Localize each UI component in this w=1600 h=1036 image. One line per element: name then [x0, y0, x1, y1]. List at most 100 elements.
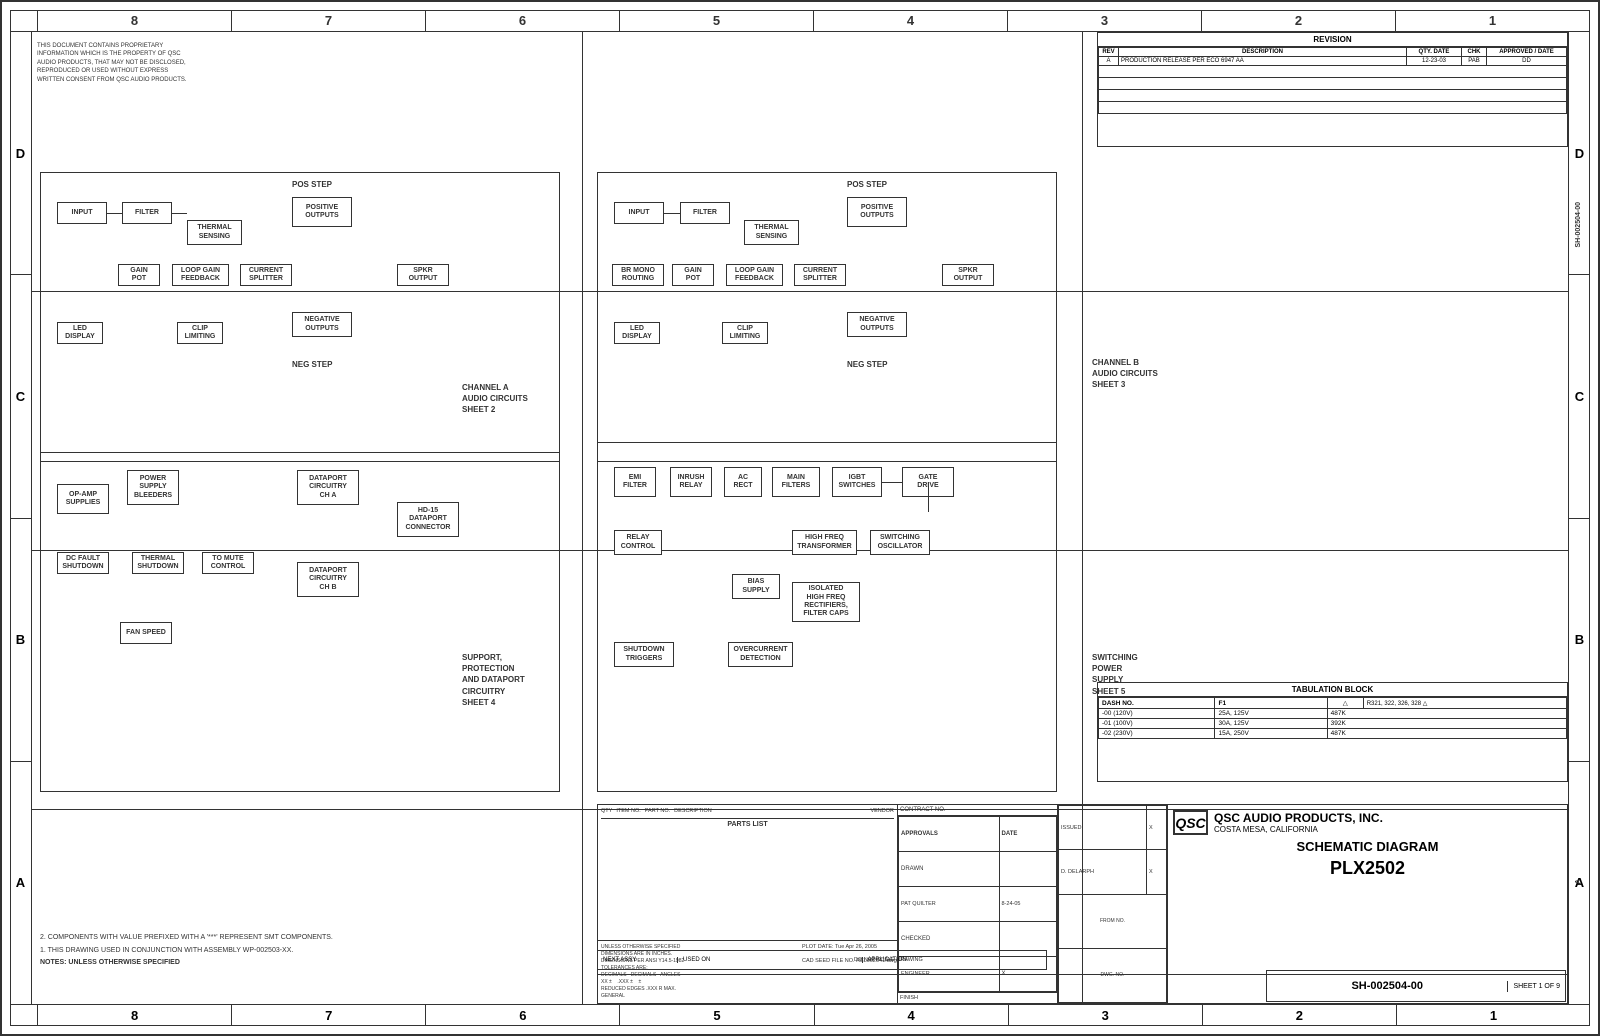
rev-row-a-chk: PAB — [1462, 57, 1487, 66]
ca-loop-gain-feedback: LOOP GAINFEEDBACK — [172, 264, 229, 286]
contract-no-row: CONTRACT NO. — [898, 805, 1057, 816]
rev-col-desc: DESCRIPTION — [1119, 48, 1407, 57]
col-markers-bottom: 8 7 6 5 4 3 2 1 — [10, 1004, 1590, 1026]
row-a-left: A — [10, 762, 31, 1004]
cb-pos-step: POS STEP — [847, 180, 887, 189]
drawn-date-val: 8-24-05 — [999, 887, 1057, 922]
schematic-diagram-title: SCHEMATIC DIAGRAM — [1173, 839, 1562, 854]
col-6: 6 — [426, 10, 620, 31]
tab-row-02-val1: 15A, 250V — [1215, 729, 1327, 739]
main-filters: MAINFILTERS — [772, 467, 820, 497]
relay-control: RELAYCONTROL — [614, 530, 662, 555]
row-b-right: B — [1569, 519, 1590, 762]
date-label: DATE — [999, 817, 1057, 852]
cb-gain-pot: GAINPOT — [672, 264, 714, 286]
bias-supply: BIASSUPPLY — [732, 574, 780, 599]
ca-conn-1 — [107, 213, 122, 214]
ca-conn-2 — [172, 213, 187, 214]
parts-list-title: PARTS LIST — [601, 818, 894, 830]
cb-current-splitter: CURRENTSPLITTER — [794, 264, 846, 286]
ca-neg-step: NEG STEP — [292, 360, 332, 369]
col-2: 2 — [1202, 10, 1396, 31]
channel-a-label: CHANNEL AAUDIO CIRCUITSSHEET 2 — [462, 382, 528, 416]
pl-col-qty: QTY — [601, 808, 612, 816]
tab-block-title: TABULATION BLOCK — [1098, 683, 1567, 697]
rev-col-qty-date: QTY. DATE — [1407, 48, 1462, 57]
sheet-label: SHEET 1 OF 9 — [1507, 981, 1565, 992]
plot-date: PLOT DATE: Tue Apr 26, 2005 — [802, 944, 877, 950]
emi-filter: EMIFILTER — [614, 467, 656, 497]
revision-block: REVISION REV DESCRIPTION QTY. DATE CHK A… — [1097, 32, 1568, 147]
rev-row-a-date: 12-23-03 — [1407, 57, 1462, 66]
ca-gain-pot: GAINPOT — [118, 264, 160, 286]
note-2: 2. COMPONENTS WITH VALUE PREFIXED WITH A… — [40, 932, 600, 945]
cb-spkr-output: SPKROUTPUT — [942, 264, 994, 286]
parts-list-columns: QTY ITEM NO. PART NO. DESCRIPTION VENDOR… — [598, 805, 897, 941]
col-bottom-1: 1 — [1397, 1005, 1590, 1026]
rev-col-approved: APPROVED / DATE — [1487, 48, 1567, 57]
notes-label: NOTES: UNLESS OTHERWISE SPECIFIED — [40, 957, 600, 970]
col-bottom-7: 7 — [232, 1005, 426, 1026]
thermal-shutdown: THERMALSHUTDOWN — [132, 552, 184, 574]
tab-row-02-val2: 487K — [1327, 729, 1566, 739]
hd15-dataport-connector: HD-15DATAPORTCONNECTOR — [397, 502, 459, 537]
checked-by-val: X — [1146, 850, 1166, 894]
col-1: 1 — [1396, 10, 1590, 31]
drawing-number: SH-002504-00 — [1267, 978, 1507, 994]
tab-row-01-val1: 30A, 125V — [1215, 719, 1327, 729]
sideways-drawing-num: SH-002504-00 — [1575, 202, 1582, 248]
drawn-by-val: PAT QUILTER — [899, 887, 1000, 922]
inrush-relay: INRUSHRELAY — [670, 467, 712, 497]
row-c-left: C — [10, 275, 31, 518]
channel-b-outline — [597, 172, 1057, 462]
tabulation-block: TABULATION BLOCK DASH NO. F1 △ R321, 322… — [1097, 682, 1568, 782]
fan-speed: FAN SPEED — [120, 622, 172, 644]
next-assy-label: NEXT ASSY — [598, 957, 678, 963]
cb-led-display: LEDDISPLAY — [614, 322, 660, 344]
cb-positive-outputs: POSITIVEOUTPUTS — [847, 197, 907, 227]
revision-table: REV DESCRIPTION QTY. DATE CHK APPROVED /… — [1098, 47, 1567, 114]
cb-loop-gain-feedback: LOOP GAINFEEDBACK — [726, 264, 783, 286]
ca-positive-outputs: POSITIVEOUTPUTS — [292, 197, 352, 227]
rev-col-rev: REV — [1099, 48, 1119, 57]
row-d-left: D — [10, 32, 31, 275]
channel-b-label: CHANNEL BAUDIO CIRCUITSSHEET 3 — [1092, 357, 1158, 391]
note-1: 1. THIS DRAWING USED IN CONJUNCTION WITH… — [40, 945, 600, 958]
rev-row-a-rev: A — [1099, 57, 1119, 66]
contract-label: CONTRACT NO. — [900, 807, 946, 813]
cad-seed: CAD SEED FILE NO. REL002041.dwg — [802, 958, 897, 964]
col-markers-top: 8 7 6 5 4 3 2 1 — [10, 10, 1590, 32]
col-7: 7 — [232, 10, 426, 31]
ca-clip-limiting: CLIPLIMITING — [177, 322, 223, 344]
row-markers-right: D C B A — [1568, 32, 1590, 1004]
cb-negative-outputs: NEGATIVEOUTPUTS — [847, 312, 907, 337]
from-row: FROM NO. — [1059, 894, 1167, 948]
proprietary-notice: THIS DOCUMENT CONTAINS PROPRIETARY INFOR… — [37, 42, 192, 84]
cb-conn-1 — [664, 213, 680, 214]
tab-row-01: -01 (100V) — [1099, 719, 1215, 729]
cb-thermal-sensing: THERMALSENSING — [744, 220, 799, 245]
part-number: PLX2502 — [1173, 858, 1562, 879]
ca-current-splitter: CURRENTSPLITTER — [240, 264, 292, 286]
notes-area: 2. COMPONENTS WITH VALUE PREFIXED WITH A… — [40, 932, 600, 970]
rev-row-a-approved: DD — [1487, 57, 1567, 66]
col-bottom-2: 2 — [1203, 1005, 1397, 1026]
col-bottom-3: 3 — [1009, 1005, 1203, 1026]
ac-rect: ACRECT — [724, 467, 762, 497]
approvals-label: APPROVALS — [899, 817, 1000, 852]
cb-filter: FILTER — [680, 202, 730, 224]
ca-pos-step: POS STEP — [292, 180, 332, 189]
col-5: 5 — [620, 10, 814, 31]
tab-dash-val: F1 — [1215, 698, 1327, 709]
overcurrent-detection: OVERCURRENTDETECTION — [728, 642, 793, 667]
tab-table: DASH NO. F1 △ R321, 322, 326, 328 △ -00 … — [1098, 697, 1567, 739]
company-name: QSC AUDIO PRODUCTS, INC. — [1214, 811, 1383, 825]
ca-negative-outputs: NEGATIVEOUTPUTS — [292, 312, 352, 337]
switching-oscillator: SWITCHINGOSCILLATOR — [870, 530, 930, 555]
checked-by-label: D. DELARPH — [1059, 850, 1147, 894]
company-location: COSTA MESA, CALIFORNIA — [1214, 825, 1383, 834]
col-8: 8 — [38, 10, 232, 31]
cb-input: INPUT — [614, 202, 664, 224]
high-freq-transformer: HIGH FREQTRANSFORMER — [792, 530, 857, 555]
issued-label: ISSUED — [1059, 806, 1147, 850]
